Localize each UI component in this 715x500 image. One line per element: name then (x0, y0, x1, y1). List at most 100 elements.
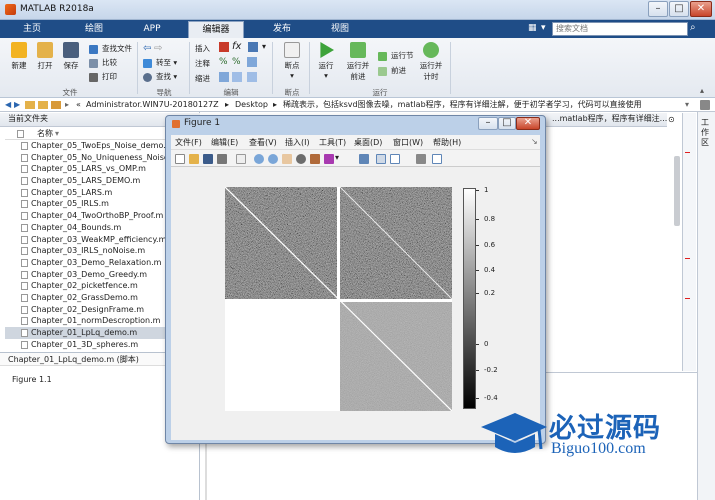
print-button[interactable]: 打印 (89, 71, 117, 83)
path-segment[interactable]: Desktop (235, 98, 268, 112)
browse-folder-icon[interactable] (51, 101, 61, 109)
find-button[interactable]: 查找 ▾ (143, 71, 177, 83)
close-button[interactable]: ✕ (690, 1, 712, 17)
insert-legend-icon[interactable] (390, 154, 400, 164)
file-list-item[interactable]: Chapter_03_WeakMP_efficiency.m (5, 234, 165, 246)
name-column-header[interactable]: 名称 ▾ (5, 128, 165, 140)
file-list-item[interactable]: Chapter_04_TwoOrthoBP_Proof.m (5, 210, 165, 222)
file-list-item[interactable]: Chapter_05_No_Uniqueness_Noise (5, 152, 165, 164)
advance-button[interactable]: 前进 (378, 65, 406, 77)
uncomment-icon[interactable]: % (232, 57, 241, 67)
rotate-3d-icon[interactable] (296, 154, 306, 164)
figure-menu-desktop[interactable]: 桌面(D) (354, 137, 382, 148)
increase-indent-icon[interactable] (232, 72, 242, 82)
insert-function-icon[interactable] (248, 42, 258, 52)
figure-menu-edit[interactable]: 编辑(E) (211, 137, 238, 148)
tab-apps[interactable]: APP (128, 21, 176, 38)
address-bar[interactable]: ◀ ▶ ▸ « Administrator.WIN7U-20180127Z ▸ … (0, 98, 715, 112)
print-figure-icon[interactable] (217, 154, 227, 164)
insert-button[interactable]: 插入 (195, 43, 210, 54)
file-list-item[interactable]: Chapter_05_LARS.m (5, 187, 165, 199)
scrollbar-thumb[interactable] (674, 156, 680, 226)
run-button[interactable]: 运行 ▾ (313, 42, 339, 80)
run-section-button[interactable]: 运行节 (378, 50, 414, 62)
figure-maximize-button[interactable]: □ (498, 117, 516, 130)
comment-button[interactable]: 注释 (195, 58, 210, 69)
insert-section-icon[interactable] (219, 42, 229, 52)
tab-editor[interactable]: 编辑器 (188, 21, 244, 38)
figure-minimize-button[interactable]: – (478, 117, 498, 130)
file-list-item[interactable]: Chapter_01_3D_spheres.m (5, 339, 165, 351)
path-segment[interactable]: Administrator.WIN7U-20180127Z (86, 98, 219, 112)
pointer-icon[interactable] (236, 154, 246, 164)
figure-menu-dock-icon[interactable]: ↘ (531, 137, 538, 146)
percent-comment-icon[interactable]: % (219, 57, 228, 67)
link-plot-icon[interactable] (359, 154, 369, 164)
wrap-comment-icon[interactable] (247, 57, 257, 67)
file-list-item[interactable]: Chapter_05_IRLS.m (5, 198, 165, 210)
tab-publish[interactable]: 发布 (258, 21, 306, 38)
tab-view[interactable]: 视图 (316, 21, 364, 38)
path-forward-icon[interactable]: ▶ (14, 98, 20, 112)
file-list-item[interactable]: Chapter_02_picketfence.m (5, 280, 165, 292)
smart-indent-icon[interactable] (219, 72, 229, 82)
figure-menu-insert[interactable]: 插入(I) (285, 137, 310, 148)
zoom-in-icon[interactable] (254, 154, 264, 164)
editor-tab[interactable]: ...matlab程序，程序有详细注... (540, 113, 667, 127)
path-root[interactable]: « (76, 98, 81, 112)
insert-colorbar-icon[interactable] (376, 154, 386, 164)
path-back-icon[interactable]: ◀ (5, 98, 11, 112)
minimize-button[interactable]: – (648, 1, 668, 17)
figure-menu-help[interactable]: 帮助(H) (433, 137, 461, 148)
brush-dropdown-icon[interactable]: ▾ (335, 153, 339, 162)
hide-plot-tools-icon[interactable] (416, 154, 426, 164)
path-root-chevron[interactable]: ▸ (65, 98, 69, 112)
figure-menu-file[interactable]: 文件(F) (175, 137, 202, 148)
toolbar-icons[interactable]: ▦ (528, 23, 540, 35)
path-refresh-icon[interactable] (700, 100, 710, 110)
open-file-icon[interactable] (189, 154, 199, 164)
file-list-item[interactable]: Chapter_01_LpLq_demo.m (5, 327, 165, 339)
figure-menu-tools[interactable]: 工具(T) (319, 137, 346, 148)
tab-home[interactable]: 主页 (8, 21, 56, 38)
file-list-item[interactable]: Chapter_01_normDescroption.m (5, 315, 165, 327)
file-list-item[interactable]: Chapter_02_DesignFrame.m (5, 304, 165, 316)
maximize-button[interactable]: □ (669, 1, 689, 17)
data-cursor-icon[interactable] (310, 154, 320, 164)
folder-icon[interactable] (25, 101, 35, 109)
file-list-item[interactable]: Chapter_05_LARS_vs_OMP.m (5, 163, 165, 175)
new-button[interactable]: 新建 (6, 42, 32, 71)
help-icon[interactable]: ▾ (541, 23, 546, 33)
collapse-ribbon-icon[interactable]: ▴ (700, 86, 704, 95)
figure-close-button[interactable]: ✕ (516, 117, 540, 130)
file-list-item[interactable]: Chapter_05_LARS_DEMO.m (5, 175, 165, 187)
pan-icon[interactable] (282, 154, 292, 164)
zoom-out-icon[interactable] (268, 154, 278, 164)
find-files-button[interactable]: 查找文件 (89, 43, 132, 55)
back-forward-buttons[interactable]: ⇦ ⇨ (143, 43, 179, 55)
figure-menu-view[interactable]: 查看(V) (249, 137, 277, 148)
show-plot-tools-icon[interactable] (432, 154, 442, 164)
indent-button[interactable]: 缩进 (195, 73, 210, 84)
file-list-item[interactable]: Chapter_03_IRLS_noNoise.m (5, 245, 165, 257)
file-list-item[interactable]: Chapter_04_Bounds.m (5, 222, 165, 234)
run-and-time-button[interactable]: 运行并 计时 (416, 42, 446, 82)
new-figure-icon[interactable] (175, 154, 185, 164)
file-list-item[interactable]: Chapter_03_Demo_Greedy.m (5, 269, 165, 281)
tab-plots[interactable]: 绘图 (70, 21, 118, 38)
open-button[interactable]: 打开 (32, 42, 58, 71)
save-button[interactable]: 保存 (58, 42, 84, 71)
colorbar[interactable] (463, 188, 476, 409)
matrix-image[interactable] (225, 187, 452, 411)
panel-menu-icon[interactable]: ⊙ (668, 115, 675, 124)
goto-button[interactable]: 转至 ▾ (143, 57, 177, 69)
file-list-item[interactable]: Chapter_05_TwoEps_Noise_demo.m (5, 140, 165, 152)
parent-folder-icon[interactable] (38, 101, 48, 109)
breakpoints-button[interactable]: 断点 ▾ (278, 42, 306, 80)
search-icon[interactable]: ⌕ (690, 22, 702, 36)
insert-dropdown[interactable]: ▾ (262, 42, 266, 51)
save-figure-icon[interactable] (203, 154, 213, 164)
file-list-item[interactable]: Chapter_02_GrassDemo.m (5, 292, 165, 304)
search-docs-input[interactable]: 搜索文档 (552, 22, 688, 36)
brush-icon[interactable] (324, 154, 334, 164)
